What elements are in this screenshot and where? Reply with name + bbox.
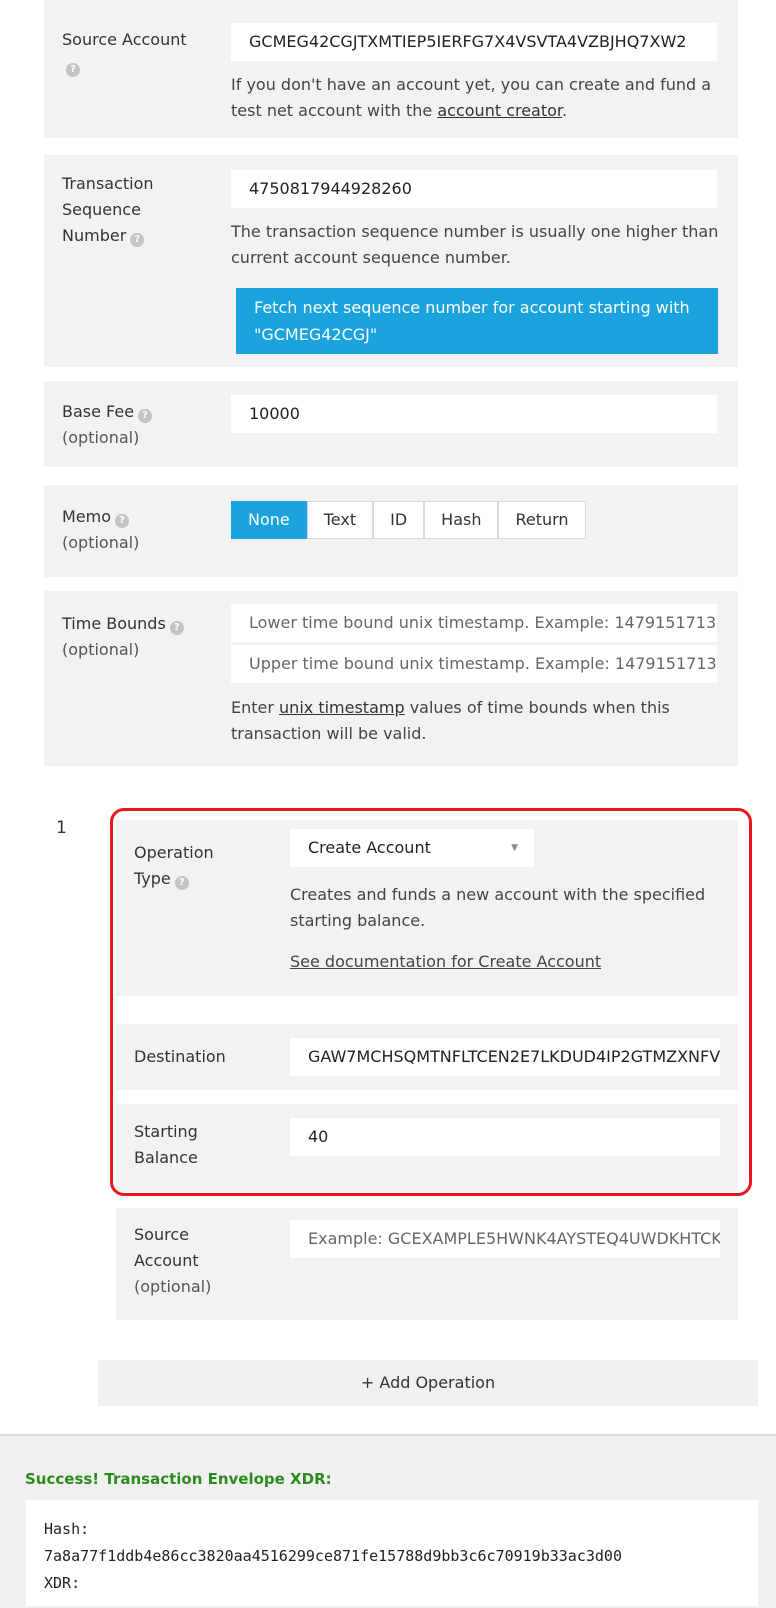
base-fee-input[interactable]: 10000 <box>231 395 717 433</box>
sequence-help: The transaction sequence number is usual… <box>231 222 719 267</box>
memo-label: Memo? (optional) <box>62 507 140 552</box>
operation-number: 1 <box>56 818 67 838</box>
memo-option-hash[interactable]: Hash <box>424 501 499 539</box>
destination-input[interactable]: GAW7MCHSQMTNFLTCEN2E7LKDUD4IP2GTMZXNFVSP <box>290 1038 720 1076</box>
memo-section: Memo? (optional) None Text ID Hash Retur… <box>44 485 738 577</box>
add-operation-button[interactable]: + Add Operation <box>98 1360 758 1406</box>
source-account-label: Source Account ? <box>62 30 187 77</box>
memo-option-text[interactable]: Text <box>306 501 374 539</box>
source-account-help: If you don't have an account yet, you ca… <box>231 75 712 120</box>
fetch-sequence-button[interactable]: Fetch next sequence number for account s… <box>236 288 718 354</box>
help-icon[interactable]: ? <box>169 620 184 635</box>
operation-type-description: Creates and funds a new account with the… <box>290 885 706 930</box>
operation-type-select[interactable]: Create Account ▼ <box>290 829 534 867</box>
help-icon[interactable]: ? <box>174 875 189 890</box>
time-bounds-label: Time Bounds? (optional) <box>62 611 184 663</box>
lower-time-bound-input[interactable]: Lower time bound unix timestamp. Example… <box>231 604 717 642</box>
starting-balance-input[interactable]: 40 <box>290 1118 720 1156</box>
sequence-number-input[interactable]: 4750817944928260 <box>231 170 717 208</box>
success-title: Success! Transaction Envelope XDR: <box>25 1470 332 1488</box>
time-bounds-help: Enter unix timestamp values of time boun… <box>231 698 670 743</box>
destination-label: Destination <box>134 1047 226 1066</box>
help-icon[interactable]: ? <box>138 408 153 423</box>
upper-time-bound-input[interactable]: Upper time bound unix timestamp. Example… <box>231 645 717 683</box>
caret-down-icon: ▼ <box>511 843 518 853</box>
memo-option-id[interactable]: ID <box>373 501 425 539</box>
create-account-docs-link[interactable]: See documentation for Create Account <box>290 949 601 975</box>
hash-value: 7a8a77f1ddb4e86cc3820aa4516299ce871fe157… <box>44 1547 622 1565</box>
base-fee-section: Base Fee? (optional) 10000 <box>44 381 738 467</box>
help-icon[interactable]: ? <box>66 62 80 77</box>
operation-type-label: Operation Type? <box>134 843 214 890</box>
starting-balance-section: Starting Balance 40 <box>116 1104 738 1192</box>
source-account-section: Source Account ? GCMEG42CGJTXMTIEP5IERFG… <box>44 0 738 138</box>
xdr-output: Hash: 7a8a77f1ddb4e86cc3820aa4516299ce87… <box>26 1500 758 1606</box>
memo-option-return[interactable]: Return <box>498 501 586 539</box>
sequence-label: Transaction Sequence Number? <box>62 174 154 247</box>
account-creator-link[interactable]: account creator <box>437 101 562 120</box>
base-fee-label: Base Fee? (optional) <box>62 399 153 451</box>
help-icon[interactable]: ? <box>115 513 130 528</box>
memo-option-none[interactable]: None <box>231 501 307 539</box>
destination-section: Destination GAW7MCHSQMTNFLTCEN2E7LKDUD4I… <box>116 1024 738 1090</box>
unix-timestamp-link[interactable]: unix timestamp <box>279 698 405 717</box>
operation-source-account-input[interactable]: Example: GCEXAMPLE5HWNK4AYSTEQ4UWDKHTCKA… <box>290 1220 720 1258</box>
source-account-input[interactable]: GCMEG42CGJTXMTIEP5IERFG7X4VSVTA4VZBJHQ7X… <box>231 23 717 61</box>
help-icon[interactable]: ? <box>130 232 145 247</box>
xdr-label: XDR: <box>44 1574 81 1592</box>
memo-type-selector: None Text ID Hash Return <box>231 501 586 539</box>
operation-source-account-section: Source Account (optional) Example: GCEXA… <box>116 1208 738 1320</box>
starting-balance-label: Starting Balance <box>134 1122 198 1167</box>
time-bounds-section: Time Bounds? (optional) Lower time bound… <box>44 591 738 766</box>
operation-source-account-label: Source Account (optional) <box>134 1225 212 1296</box>
hash-label: Hash: <box>44 1520 90 1538</box>
